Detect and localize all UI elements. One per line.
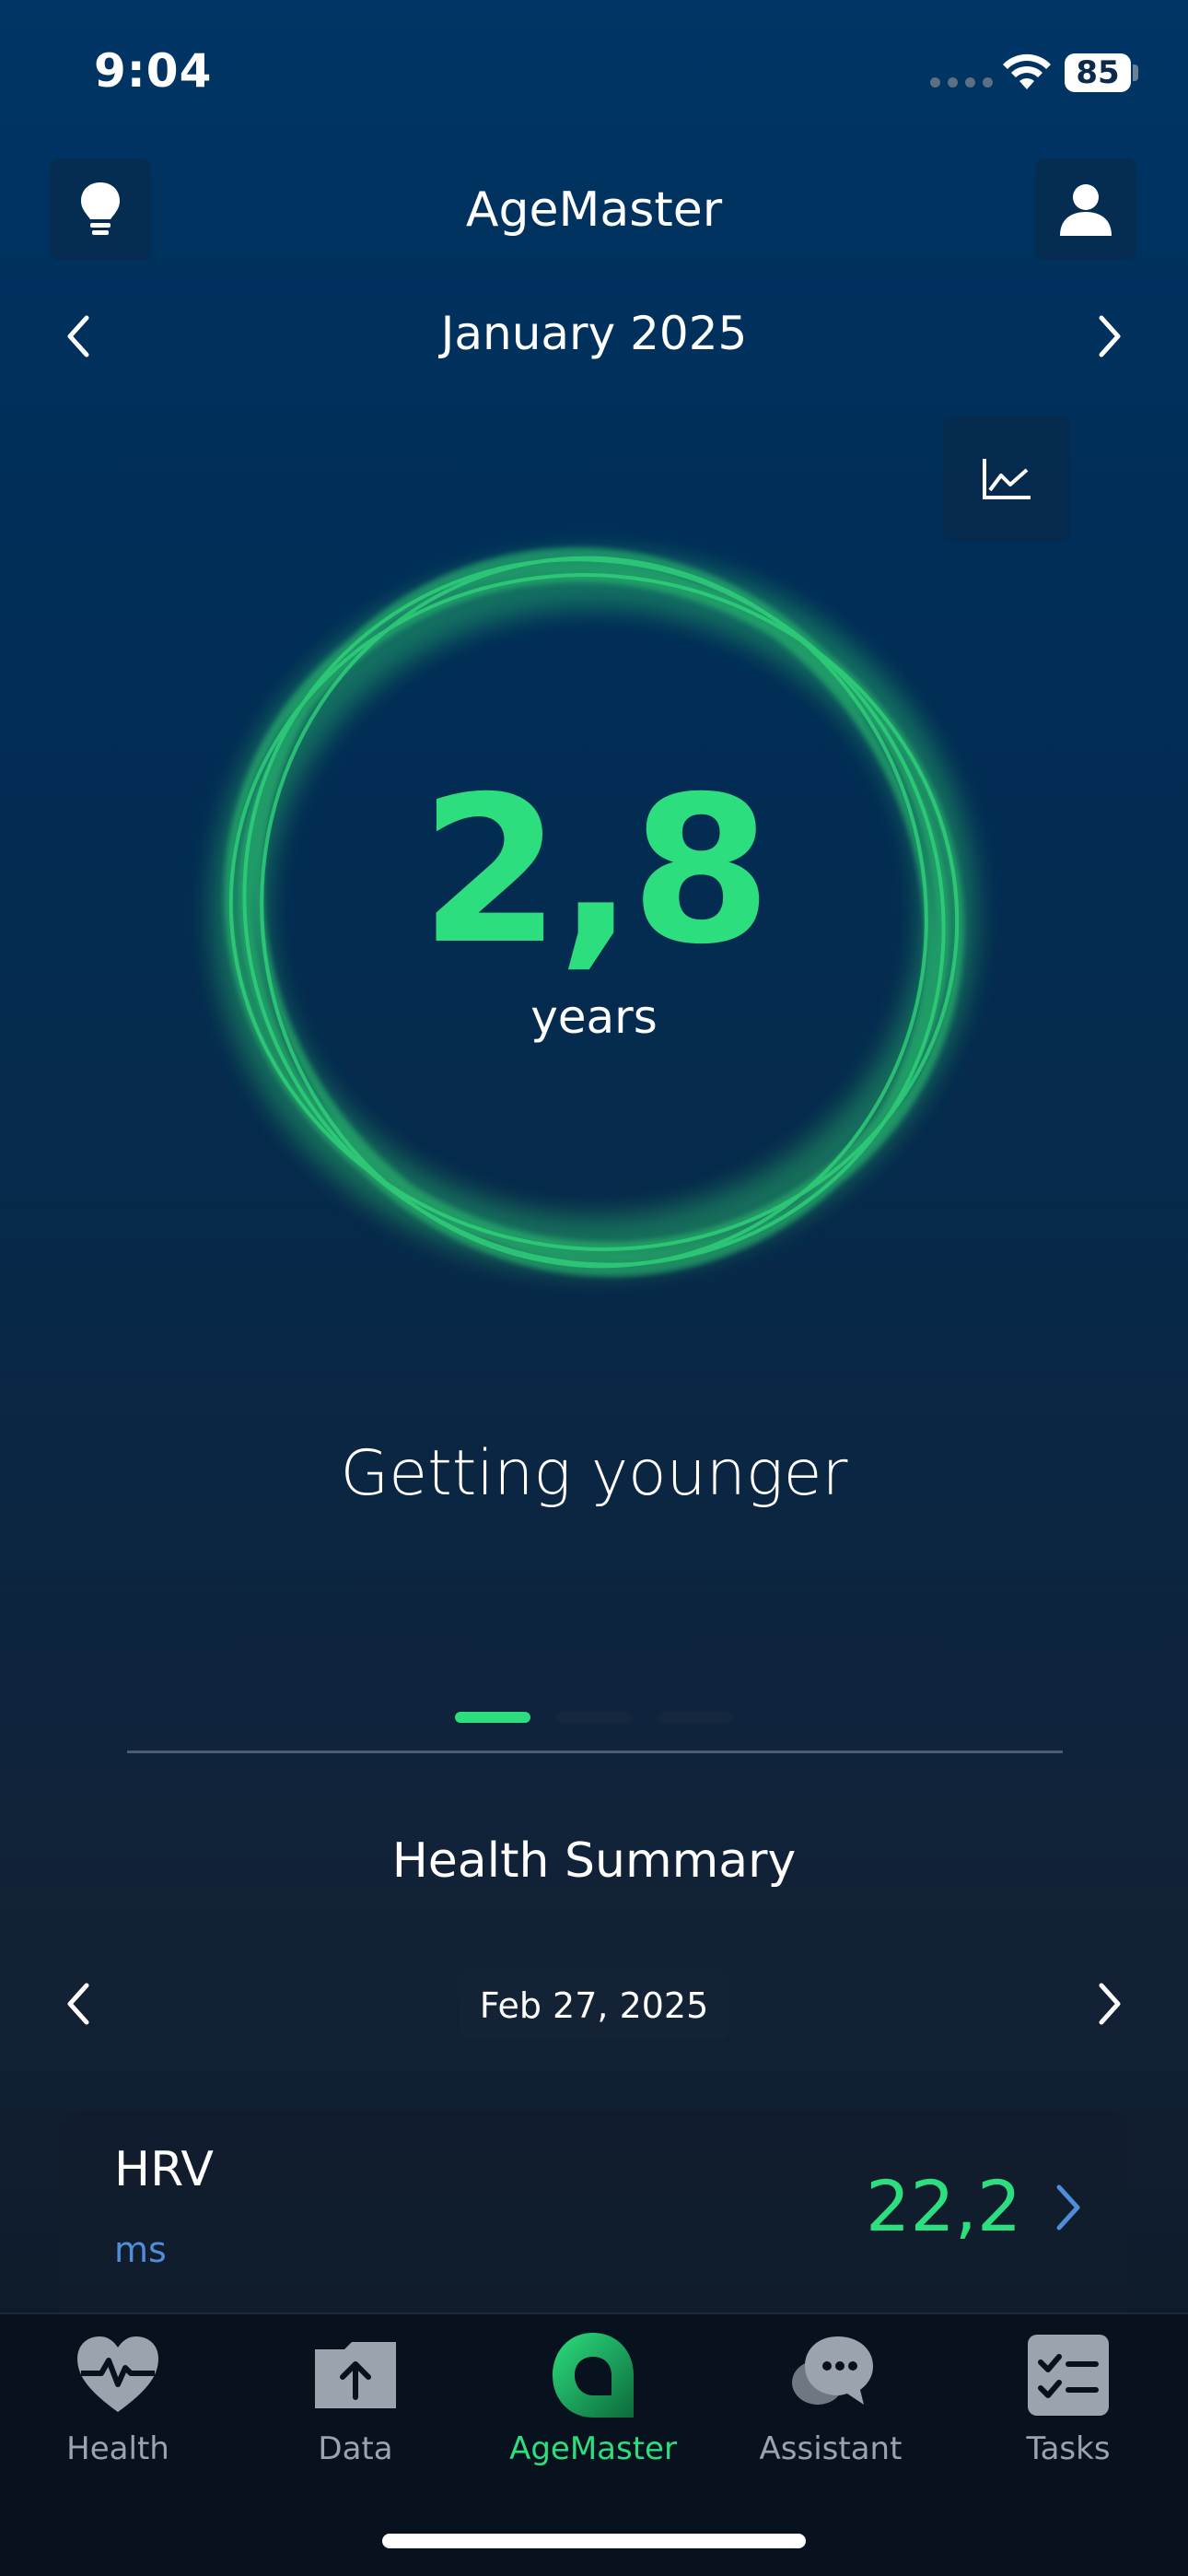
- month-label: January 2025: [440, 307, 748, 360]
- heart-pulse-icon: [77, 2336, 158, 2412]
- metric-value: 22,2: [866, 2165, 1022, 2247]
- home-indicator[interactable]: [382, 2534, 806, 2548]
- checklist-icon: [1028, 2335, 1109, 2416]
- tab-tasks[interactable]: Tasks: [967, 2329, 1170, 2467]
- tab-label: AgeMaster: [509, 2430, 677, 2467]
- tab-assistant[interactable]: Assistant: [729, 2329, 932, 2467]
- next-month-chevron-icon[interactable]: [1087, 309, 1133, 364]
- status-time: 9:04: [94, 44, 213, 98]
- agemaster-logo-icon: [553, 2333, 634, 2418]
- chat-bubbles-icon: [792, 2336, 873, 2405]
- page-indicator-dot[interactable]: [556, 1712, 632, 1723]
- health-summary-title: Health Summary: [391, 1833, 797, 1889]
- cellular-signal-icon: [930, 77, 993, 88]
- wifi-icon: [1003, 53, 1051, 89]
- upload-folder-icon: [315, 2342, 396, 2408]
- tab-label: Assistant: [759, 2430, 903, 2467]
- metric-name: HRV: [114, 2142, 214, 2197]
- tab-data[interactable]: Data: [254, 2329, 457, 2467]
- tab-health[interactable]: Health: [17, 2329, 219, 2467]
- tab-label: Data: [318, 2430, 393, 2467]
- summary-date[interactable]: Feb 27, 2025: [459, 1972, 729, 2040]
- chevron-right-icon[interactable]: [1050, 2182, 1087, 2233]
- age-unit-label: years: [530, 990, 658, 1044]
- biological-age-difference-value: 2,8: [420, 753, 772, 989]
- metric-unit: ms: [114, 2230, 167, 2270]
- age-trend-status: Getting younger: [340, 1437, 848, 1510]
- tab-label: Tasks: [1026, 2430, 1111, 2467]
- tab-agemaster[interactable]: AgeMaster: [492, 2329, 694, 2467]
- page-indicator-dot[interactable]: [455, 1712, 530, 1723]
- page-indicator-dot[interactable]: [658, 1712, 733, 1723]
- user-icon: [1060, 184, 1112, 236]
- battery-tip: [1133, 64, 1138, 81]
- profile-button[interactable]: [1035, 158, 1136, 260]
- app-title: AgeMaster: [465, 182, 723, 238]
- page-indicator[interactable]: [455, 1712, 733, 1723]
- section-divider: [127, 1751, 1063, 1753]
- next-day-chevron-icon[interactable]: [1087, 1976, 1133, 2032]
- previous-day-chevron-icon[interactable]: [55, 1976, 101, 2032]
- tab-label: Health: [66, 2430, 169, 2467]
- battery-level: 85: [1065, 53, 1131, 92]
